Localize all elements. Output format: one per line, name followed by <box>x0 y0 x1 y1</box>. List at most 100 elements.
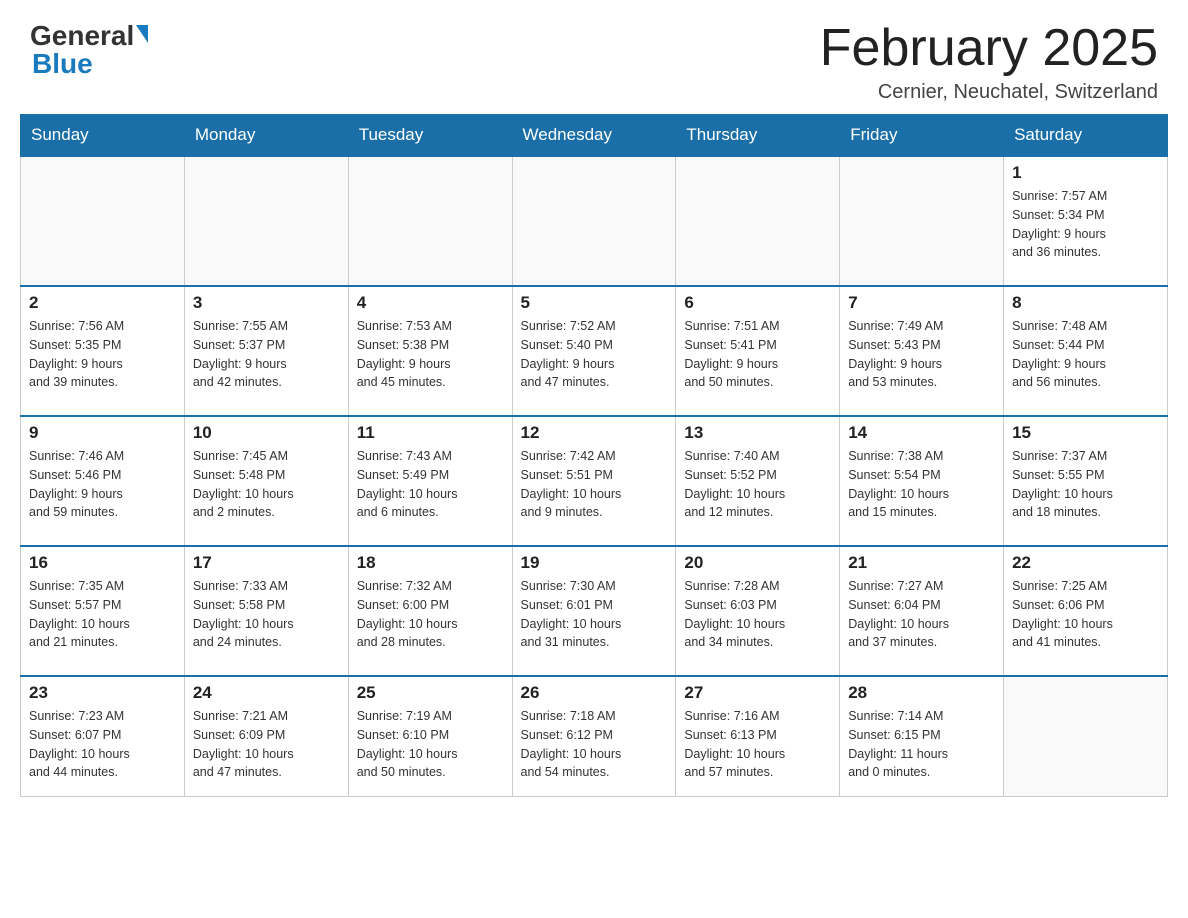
column-header-tuesday: Tuesday <box>348 115 512 157</box>
title-area: February 2025 Cernier, Neuchatel, Switze… <box>820 20 1158 104</box>
day-info: Sunrise: 7:51 AM Sunset: 5:41 PM Dayligh… <box>684 317 831 392</box>
day-info: Sunrise: 7:21 AM Sunset: 6:09 PM Dayligh… <box>193 707 340 782</box>
day-number: 2 <box>29 293 176 313</box>
day-number: 5 <box>521 293 668 313</box>
day-number: 17 <box>193 553 340 573</box>
calendar-cell: 4Sunrise: 7:53 AM Sunset: 5:38 PM Daylig… <box>348 286 512 416</box>
day-info: Sunrise: 7:38 AM Sunset: 5:54 PM Dayligh… <box>848 447 995 522</box>
column-header-saturday: Saturday <box>1004 115 1168 157</box>
day-number: 22 <box>1012 553 1159 573</box>
calendar-cell: 23 Sunrise: 7:23 AM Sunset: 6:07 PM Dayli… <box>21 676 185 796</box>
day-number: 10 <box>193 423 340 443</box>
calendar-cell: 16 Sunrise: 7:35 AM Sunset: 5:57 PM Dayli… <box>21 546 185 676</box>
calendar-body: 1 Sunrise: 7:57 AM Sunset: 5:34 PM Daylig… <box>21 156 1168 796</box>
day-info: Sunrise: 7:52 AM Sunset: 5:40 PM Dayligh… <box>521 317 668 392</box>
day-number: 18 <box>357 553 504 573</box>
day-info: Sunrise: 7:55 AM Sunset: 5:37 PM Dayligh… <box>193 317 340 392</box>
calendar-cell: 7Sunrise: 7:49 AM Sunset: 5:43 PM Daylig… <box>840 286 1004 416</box>
logo-triangle-icon <box>136 25 148 43</box>
calendar-cell: 17 Sunrise: 7:33 AM Sunset: 5:58 PM Dayli… <box>184 546 348 676</box>
calendar-cell <box>676 156 840 286</box>
day-info: Sunrise: 7:43 AM Sunset: 5:49 PM Dayligh… <box>357 447 504 522</box>
calendar-header: SundayMondayTuesdayWednesdayThursdayFrid… <box>21 115 1168 157</box>
day-info: Sunrise: 7:23 AM Sunset: 6:07 PM Dayligh… <box>29 707 176 782</box>
day-number: 23 <box>29 683 176 703</box>
calendar-cell: 27 Sunrise: 7:16 AM Sunset: 6:13 PM Dayli… <box>676 676 840 796</box>
day-number: 26 <box>521 683 668 703</box>
day-info: Sunrise: 7:32 AM Sunset: 6:00 PM Dayligh… <box>357 577 504 652</box>
day-info: Sunrise: 7:33 AM Sunset: 5:58 PM Dayligh… <box>193 577 340 652</box>
calendar-cell: 10 Sunrise: 7:45 AM Sunset: 5:48 PM Dayli… <box>184 416 348 546</box>
day-number: 15 <box>1012 423 1159 443</box>
day-number: 3 <box>193 293 340 313</box>
week-row-2: 2 Sunrise: 7:56 AM Sunset: 5:35 PM Daylig… <box>21 286 1168 416</box>
day-info: Sunrise: 7:48 AM Sunset: 5:44 PM Dayligh… <box>1012 317 1159 392</box>
day-info: Sunrise: 7:56 AM Sunset: 5:35 PM Dayligh… <box>29 317 176 392</box>
day-number: 13 <box>684 423 831 443</box>
logo: General Blue <box>30 20 148 80</box>
day-number: 1 <box>1012 163 1159 183</box>
day-info: Sunrise: 7:14 AM Sunset: 6:15 PM Dayligh… <box>848 707 995 782</box>
day-info: Sunrise: 7:30 AM Sunset: 6:01 PM Dayligh… <box>521 577 668 652</box>
day-info: Sunrise: 7:18 AM Sunset: 6:12 PM Dayligh… <box>521 707 668 782</box>
logo-blue-text: Blue <box>30 48 93 80</box>
day-number: 19 <box>521 553 668 573</box>
calendar-cell: 25Sunrise: 7:19 AM Sunset: 6:10 PM Dayli… <box>348 676 512 796</box>
calendar-cell: 26 Sunrise: 7:18 AM Sunset: 6:12 PM Dayli… <box>512 676 676 796</box>
calendar-cell: 19 Sunrise: 7:30 AM Sunset: 6:01 PM Dayli… <box>512 546 676 676</box>
location-subtitle: Cernier, Neuchatel, Switzerland <box>820 81 1158 104</box>
day-number: 4 <box>357 293 504 313</box>
calendar-cell: 6 Sunrise: 7:51 AM Sunset: 5:41 PM Daylig… <box>676 286 840 416</box>
column-header-sunday: Sunday <box>21 115 185 157</box>
day-info: Sunrise: 7:57 AM Sunset: 5:34 PM Dayligh… <box>1012 187 1159 262</box>
day-info: Sunrise: 7:27 AM Sunset: 6:04 PM Dayligh… <box>848 577 995 652</box>
calendar-cell <box>512 156 676 286</box>
day-number: 8 <box>1012 293 1159 313</box>
column-header-thursday: Thursday <box>676 115 840 157</box>
day-info: Sunrise: 7:49 AM Sunset: 5:43 PM Dayligh… <box>848 317 995 392</box>
calendar-cell <box>1004 676 1168 796</box>
day-number: 24 <box>193 683 340 703</box>
calendar-cell: 15 Sunrise: 7:37 AM Sunset: 5:55 PM Dayli… <box>1004 416 1168 546</box>
day-info: Sunrise: 7:28 AM Sunset: 6:03 PM Dayligh… <box>684 577 831 652</box>
calendar-cell: 8 Sunrise: 7:48 AM Sunset: 5:44 PM Daylig… <box>1004 286 1168 416</box>
week-row-4: 16 Sunrise: 7:35 AM Sunset: 5:57 PM Dayli… <box>21 546 1168 676</box>
week-row-5: 23 Sunrise: 7:23 AM Sunset: 6:07 PM Dayli… <box>21 676 1168 796</box>
calendar-cell: 2 Sunrise: 7:56 AM Sunset: 5:35 PM Daylig… <box>21 286 185 416</box>
calendar-cell <box>840 156 1004 286</box>
day-number: 9 <box>29 423 176 443</box>
day-number: 6 <box>684 293 831 313</box>
day-number: 16 <box>29 553 176 573</box>
day-info: Sunrise: 7:37 AM Sunset: 5:55 PM Dayligh… <box>1012 447 1159 522</box>
calendar-cell: 11 Sunrise: 7:43 AM Sunset: 5:49 PM Dayli… <box>348 416 512 546</box>
calendar-cell <box>348 156 512 286</box>
day-number: 11 <box>357 423 504 443</box>
month-title: February 2025 <box>820 20 1158 77</box>
header-row: SundayMondayTuesdayWednesdayThursdayFrid… <box>21 115 1168 157</box>
week-row-3: 9Sunrise: 7:46 AM Sunset: 5:46 PM Daylig… <box>21 416 1168 546</box>
calendar-cell: 5 Sunrise: 7:52 AM Sunset: 5:40 PM Daylig… <box>512 286 676 416</box>
week-row-1: 1 Sunrise: 7:57 AM Sunset: 5:34 PM Daylig… <box>21 156 1168 286</box>
page-header: General Blue February 2025 Cernier, Neuc… <box>0 0 1188 114</box>
day-info: Sunrise: 7:45 AM Sunset: 5:48 PM Dayligh… <box>193 447 340 522</box>
calendar-cell: 13Sunrise: 7:40 AM Sunset: 5:52 PM Dayli… <box>676 416 840 546</box>
day-info: Sunrise: 7:42 AM Sunset: 5:51 PM Dayligh… <box>521 447 668 522</box>
calendar-cell: 14Sunrise: 7:38 AM Sunset: 5:54 PM Dayli… <box>840 416 1004 546</box>
day-number: 20 <box>684 553 831 573</box>
calendar-cell <box>184 156 348 286</box>
day-number: 21 <box>848 553 995 573</box>
column-header-wednesday: Wednesday <box>512 115 676 157</box>
calendar-cell: 21 Sunrise: 7:27 AM Sunset: 6:04 PM Dayli… <box>840 546 1004 676</box>
day-info: Sunrise: 7:35 AM Sunset: 5:57 PM Dayligh… <box>29 577 176 652</box>
calendar-cell: 20 Sunrise: 7:28 AM Sunset: 6:03 PM Dayli… <box>676 546 840 676</box>
day-info: Sunrise: 7:16 AM Sunset: 6:13 PM Dayligh… <box>684 707 831 782</box>
calendar-table: SundayMondayTuesdayWednesdayThursdayFrid… <box>20 114 1168 797</box>
calendar-cell: 12Sunrise: 7:42 AM Sunset: 5:51 PM Dayli… <box>512 416 676 546</box>
calendar-cell: 18 Sunrise: 7:32 AM Sunset: 6:00 PM Dayli… <box>348 546 512 676</box>
calendar-cell: 22 Sunrise: 7:25 AM Sunset: 6:06 PM Dayli… <box>1004 546 1168 676</box>
day-number: 27 <box>684 683 831 703</box>
calendar-cell: 1 Sunrise: 7:57 AM Sunset: 5:34 PM Daylig… <box>1004 156 1168 286</box>
calendar-cell: 3 Sunrise: 7:55 AM Sunset: 5:37 PM Daylig… <box>184 286 348 416</box>
column-header-friday: Friday <box>840 115 1004 157</box>
day-info: Sunrise: 7:25 AM Sunset: 6:06 PM Dayligh… <box>1012 577 1159 652</box>
